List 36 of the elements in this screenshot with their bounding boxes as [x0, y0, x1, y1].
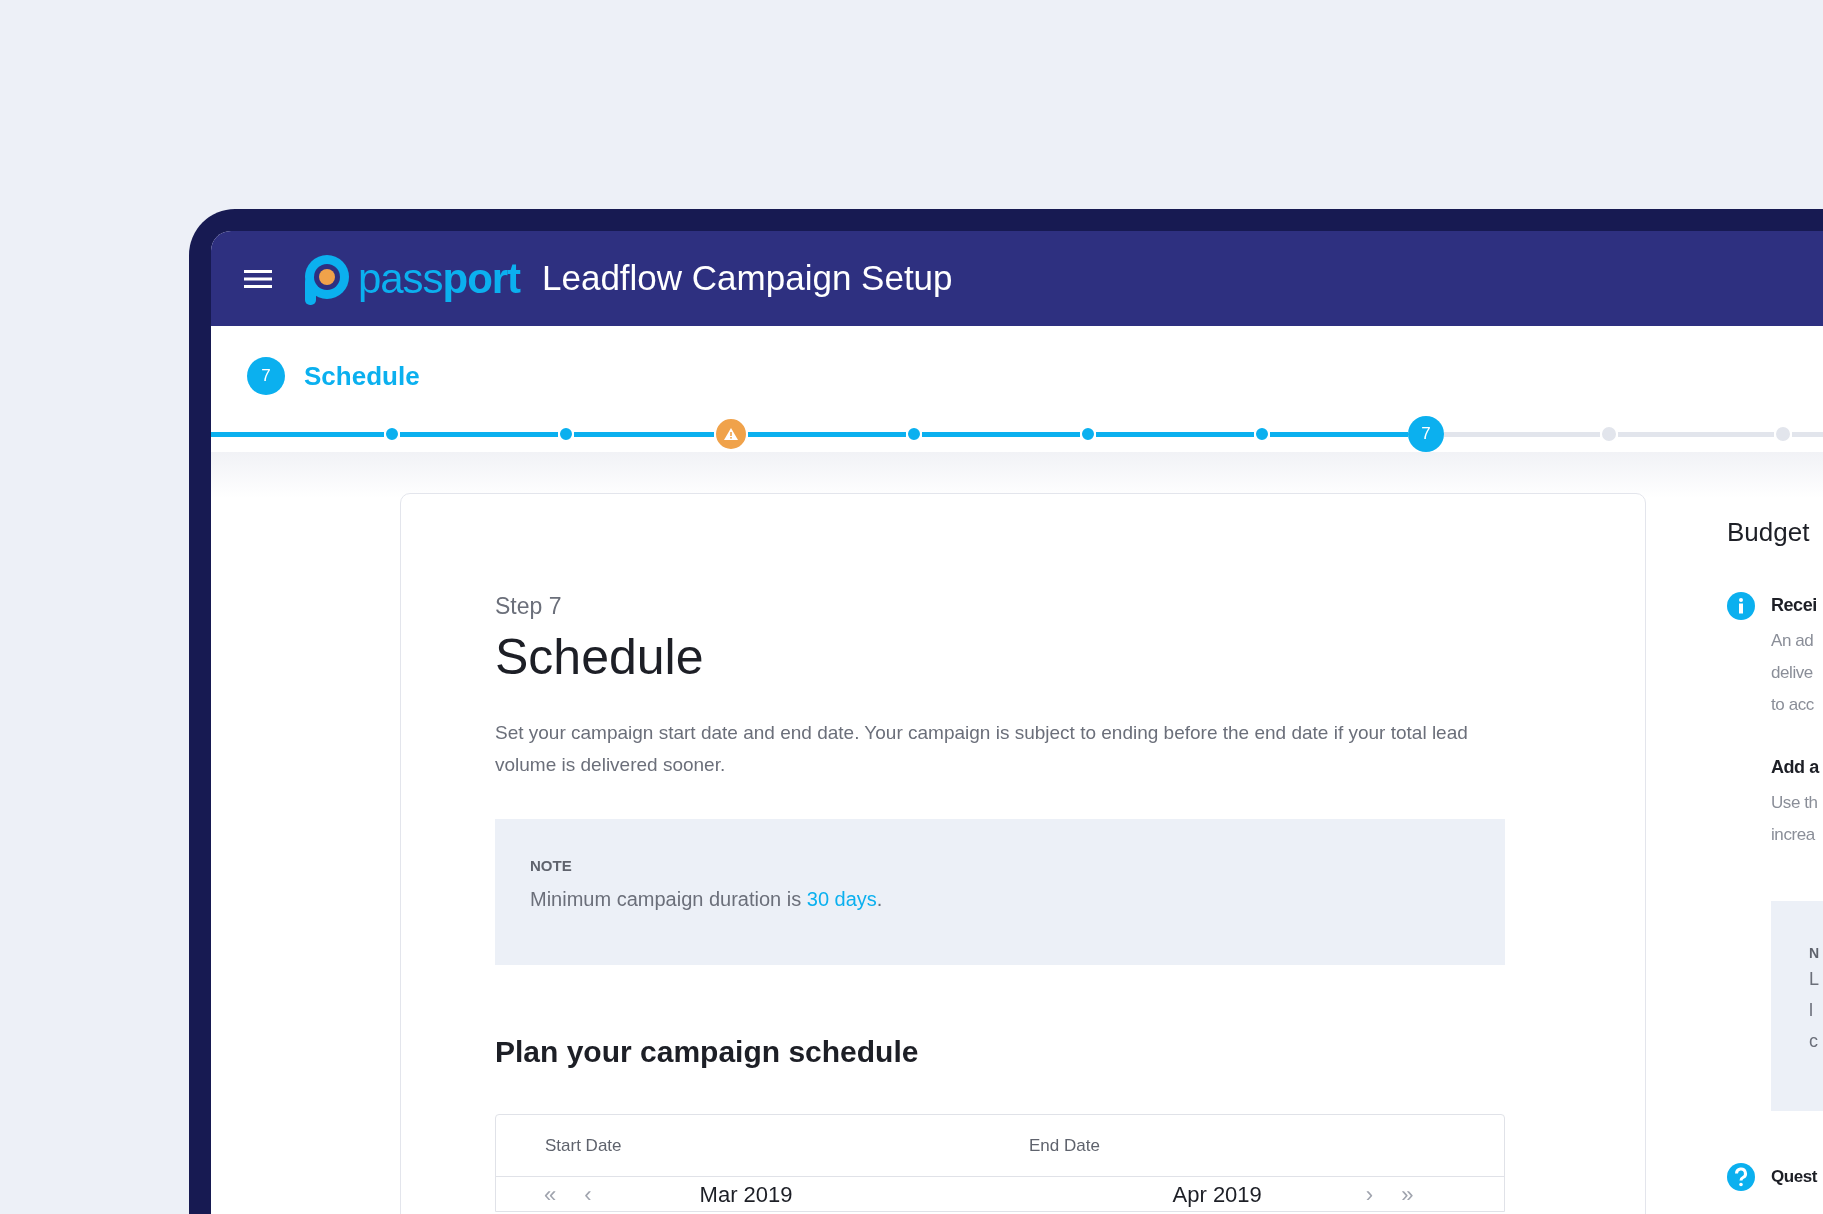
sidebar-item-text: Use th	[1771, 792, 1819, 814]
note-text: l	[1809, 999, 1814, 1022]
sidebar-item-text: delive	[1771, 662, 1814, 684]
info-icon	[1727, 592, 1755, 620]
previous-year-button[interactable]: «	[544, 1178, 557, 1211]
duration-link[interactable]: 30 days	[806, 887, 877, 910]
note-text: Minimum campaign duration is 30 days.	[530, 886, 884, 912]
step-number: 7	[247, 357, 285, 395]
menu-icon[interactable]	[244, 268, 272, 289]
step-title: Schedule	[304, 359, 420, 393]
note-label: NOTE	[530, 856, 573, 876]
sidebar-item-title: Recei	[1771, 594, 1817, 617]
month-label: Mar 2019	[699, 1181, 793, 1209]
description-text: Set your campaign start date and end date. Your campaign is subject to ending before the end date if your total lead volume is delivered sooner.	[495, 721, 1469, 777]
sidebar-title: Budget	[1727, 516, 1811, 549]
note-text: c	[1809, 1030, 1819, 1053]
help-icon	[1727, 1163, 1755, 1191]
step-label: Step 7	[495, 592, 563, 621]
next-year-button[interactable]: »	[1401, 1178, 1414, 1211]
previous-month-button[interactable]: ‹	[584, 1178, 592, 1211]
section-heading: Plan your campaign schedule	[495, 1034, 920, 1070]
column-header: End Date	[1029, 1134, 1100, 1157]
next-month-button[interactable]: ›	[1365, 1178, 1374, 1211]
note-label: N	[1809, 944, 1821, 963]
page-heading: Schedule	[495, 627, 705, 687]
sidebar-item-title: Add a	[1771, 756, 1819, 779]
sidebar-item-text: to acc	[1771, 694, 1815, 716]
note-text: L	[1809, 968, 1820, 991]
month-label: Apr 2019	[1172, 1181, 1262, 1209]
sidebar-item-text: An ad	[1771, 630, 1815, 652]
page-title: Leadflow Campaign Setup	[542, 257, 953, 300]
step-number[interactable]: 7	[1408, 416, 1444, 452]
brand-logo: passport	[358, 257, 520, 300]
column-header: Start Date	[545, 1134, 623, 1157]
sidebar-item-title: Quest	[1771, 1166, 1818, 1189]
sidebar-item-text: increa	[1771, 824, 1817, 846]
